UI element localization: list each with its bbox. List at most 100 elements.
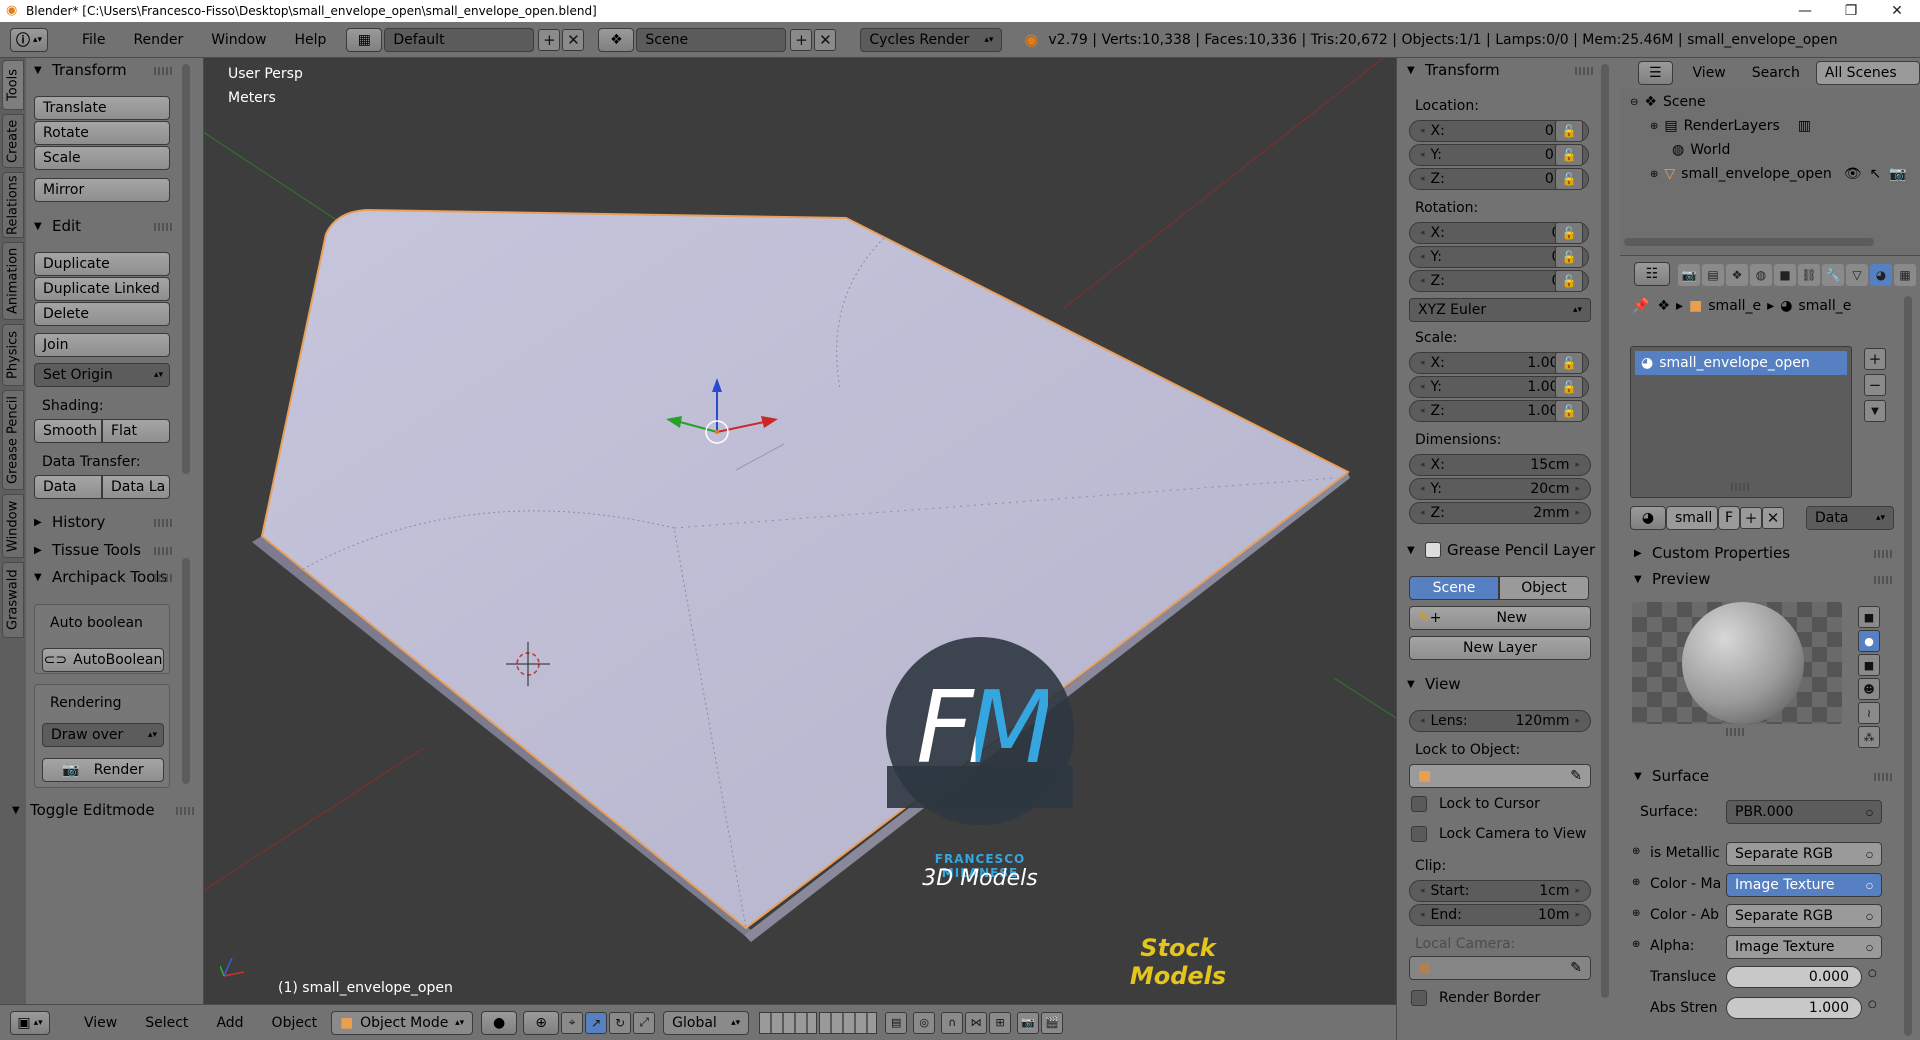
duplicate-linked-button[interactable]: Duplicate Linked xyxy=(34,277,170,301)
draw-over-select[interactable]: Draw over ▴▾ xyxy=(42,723,164,747)
layers-group-2[interactable] xyxy=(819,1011,878,1034)
layers-group-1[interactable] xyxy=(759,1011,818,1034)
panel-grip[interactable] xyxy=(154,574,172,582)
toolshelf-scrollbar[interactable] xyxy=(182,64,190,474)
screen-layout-field[interactable]: Default xyxy=(384,27,535,52)
lock-rotation-z-button[interactable]: 🔓 xyxy=(1555,270,1583,292)
panel-grip[interactable] xyxy=(1874,773,1892,781)
join-button[interactable]: Join xyxy=(34,333,170,357)
npanel-scrollbar[interactable] xyxy=(1601,64,1609,998)
panel-grip[interactable] xyxy=(1874,550,1892,558)
camera-icon[interactable]: 📷 xyxy=(1889,166,1906,182)
clip-start-field[interactable]: ◂ Start: 1cm ▸ xyxy=(1409,880,1591,902)
rotate-manipulator-button[interactable]: ↻ xyxy=(609,1011,632,1034)
material-tab-icon[interactable]: ◕ xyxy=(1870,264,1892,286)
menu-help[interactable]: Help xyxy=(280,32,340,48)
tab-graswald[interactable]: Graswald xyxy=(2,562,24,638)
preview-hair-button[interactable]: ≀ xyxy=(1858,702,1880,724)
gp-new-button[interactable]: ✎ + New xyxy=(1409,606,1591,630)
dimension-z-field[interactable]: ◂ Z: 2mm ▸ xyxy=(1409,502,1591,524)
preview-cube-button[interactable]: ■ xyxy=(1858,654,1880,676)
editor-type-properties-button[interactable]: ☷ xyxy=(1634,262,1670,286)
unlink-material-button[interactable]: ✕ xyxy=(1762,507,1784,529)
panel-grip[interactable] xyxy=(1874,576,1892,584)
list-resize-grip[interactable] xyxy=(1731,483,1749,491)
render-engine-select[interactable]: Cycles Render ▴▾ xyxy=(860,27,1003,52)
panel-grip[interactable] xyxy=(154,67,172,75)
pivot-point-select[interactable]: ⊕ xyxy=(523,1010,560,1035)
menu-file[interactable]: File xyxy=(68,32,119,48)
material-specials-button[interactable]: ▼ xyxy=(1864,400,1886,422)
grease-pencil-checkbox[interactable] xyxy=(1425,542,1441,558)
preview-sphere-ball-button[interactable]: ⁂ xyxy=(1858,726,1880,748)
edit-panel-header[interactable]: ▼ Edit xyxy=(34,214,81,238)
flat-shading-button[interactable]: Flat xyxy=(102,419,170,443)
render-border-checkbox[interactable] xyxy=(1411,990,1427,1006)
preview-sphere-button[interactable]: ● xyxy=(1858,630,1880,652)
outliner-row-object[interactable]: ⊕ ▽ small_envelope_open 👁 ↖ 📷 xyxy=(1620,162,1920,186)
outliner-view-menu[interactable]: View xyxy=(1693,65,1726,81)
scale-manipulator-button[interactable]: ⤢ xyxy=(633,1011,656,1034)
proportional-editing-button[interactable]: ◎ xyxy=(913,1011,936,1034)
tab-create[interactable]: Create xyxy=(2,114,24,168)
pin-icon[interactable]: 📌 xyxy=(1632,298,1649,314)
render-layers-tab-icon[interactable]: ▤ xyxy=(1702,264,1724,286)
add-scene-button[interactable]: + xyxy=(790,28,813,51)
lock-location-x-button[interactable]: 🔓 xyxy=(1555,120,1583,142)
modifiers-tab-icon[interactable]: 🔧 xyxy=(1822,264,1844,286)
preview-monkey-button[interactable]: ☻ xyxy=(1858,678,1880,700)
properties-scrollbar[interactable] xyxy=(1904,296,1912,1036)
outliner-row-world[interactable]: ◍ World xyxy=(1620,138,1920,162)
view-panel-header[interactable]: ▼ View xyxy=(1407,672,1461,696)
lock-rotation-x-button[interactable]: 🔓 xyxy=(1555,222,1583,244)
viewport-shading-select[interactable]: ● xyxy=(481,1010,518,1035)
outliner-search-menu[interactable]: Search xyxy=(1752,65,1800,81)
surface-panel-header[interactable]: ▼ Surface xyxy=(1634,764,1709,788)
custom-properties-header[interactable]: ▶ Custom Properties xyxy=(1634,541,1790,565)
input-link-field[interactable]: Image Texture ○ xyxy=(1726,935,1882,959)
panel-grip[interactable] xyxy=(1575,67,1593,75)
menu-object[interactable]: Object xyxy=(258,1015,332,1031)
abs-strength-slider[interactable]: 1.000 xyxy=(1726,997,1862,1019)
dimension-y-field[interactable]: ◂ Y: 20cm ▸ xyxy=(1409,478,1591,500)
material-name-field[interactable]: small xyxy=(1666,506,1718,530)
minimize-button[interactable]: — xyxy=(1782,3,1828,19)
delete-screen-button[interactable]: ✕ xyxy=(562,28,585,51)
lock-location-y-button[interactable]: 🔓 xyxy=(1555,144,1583,166)
texture-tab-icon[interactable]: ▦ xyxy=(1894,264,1916,286)
menu-window[interactable]: Window xyxy=(197,32,280,48)
rotate-button[interactable]: Rotate xyxy=(34,121,170,145)
layer-buttons[interactable] xyxy=(759,1011,878,1034)
lock-camera-layers-button[interactable]: ▤ xyxy=(885,1011,908,1034)
close-button[interactable]: ✕ xyxy=(1874,3,1920,19)
eye-icon[interactable]: 👁 xyxy=(1844,166,1862,182)
editor-type-3d-view-button[interactable]: ▣ ▴▾ xyxy=(10,1010,50,1035)
opengl-render-button[interactable]: 📷 xyxy=(1017,1011,1040,1034)
preview-resize-grip[interactable] xyxy=(1726,728,1744,736)
gp-scene-toggle[interactable]: Scene xyxy=(1409,576,1499,600)
scale-button[interactable]: Scale xyxy=(34,146,170,170)
material-browse-button[interactable]: ◕ xyxy=(1630,506,1666,530)
tissue-tools-panel-header[interactable]: ▶ Tissue Tools xyxy=(34,538,141,562)
n-transform-panel-header[interactable]: ▼ Transform xyxy=(1407,58,1500,82)
socket-icon[interactable]: ○ xyxy=(1868,968,1877,979)
surface-shader-field[interactable]: PBR.000 ○ xyxy=(1726,800,1882,824)
lock-scale-z-button[interactable]: 🔓 xyxy=(1555,400,1583,422)
translate-manipulator-button[interactable]: ↗ xyxy=(585,1011,608,1034)
material-slot-row[interactable]: ◕ small_envelope_open xyxy=(1635,351,1847,375)
lock-camera-to-view-checkbox[interactable] xyxy=(1411,826,1427,842)
toolshelf-scrollbar-lower[interactable] xyxy=(182,558,190,784)
snap-element-select[interactable]: ⋈ xyxy=(965,1011,988,1034)
3d-viewport[interactable]: User Persp Meters (1) small_envelope_ope… xyxy=(204,58,1396,1004)
remove-material-slot-button[interactable]: − xyxy=(1864,374,1886,396)
preview-flat-button[interactable]: ■ xyxy=(1858,606,1880,628)
tab-tools[interactable]: Tools xyxy=(2,60,24,110)
panel-grip[interactable] xyxy=(154,547,172,555)
transform-orientation-select[interactable]: Global ▴▾ xyxy=(663,1010,750,1035)
preview-panel-header[interactable]: ▼ Preview xyxy=(1634,567,1710,591)
gp-new-layer-button[interactable]: New Layer xyxy=(1409,636,1591,660)
fake-user-button[interactable]: F xyxy=(1718,506,1740,530)
object-tab-icon[interactable]: ■ xyxy=(1774,264,1796,286)
panel-grip[interactable] xyxy=(176,807,194,815)
material-link-select[interactable]: Data ▴▾ xyxy=(1806,506,1894,530)
